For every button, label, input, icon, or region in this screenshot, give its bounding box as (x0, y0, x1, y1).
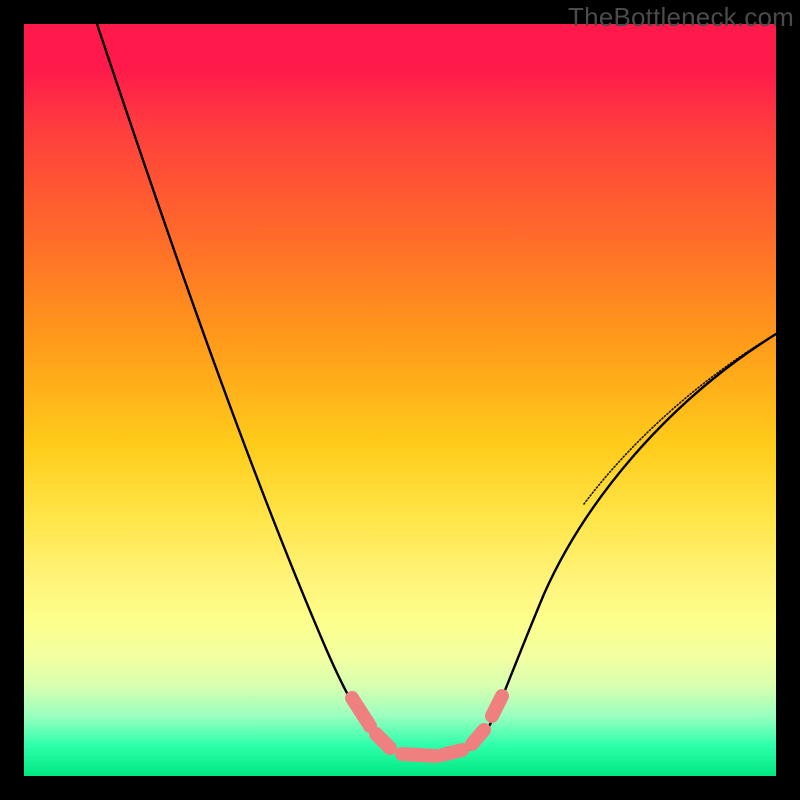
curve-right-dotted (584, 334, 776, 504)
bottleneck-curve (97, 24, 776, 758)
plot-area (24, 24, 776, 776)
chart-frame: TheBottleneck.com (0, 0, 800, 800)
optimal-range-markers (352, 696, 502, 756)
bottleneck-curve-svg (24, 24, 776, 776)
watermark-text: TheBottleneck.com (568, 2, 794, 33)
